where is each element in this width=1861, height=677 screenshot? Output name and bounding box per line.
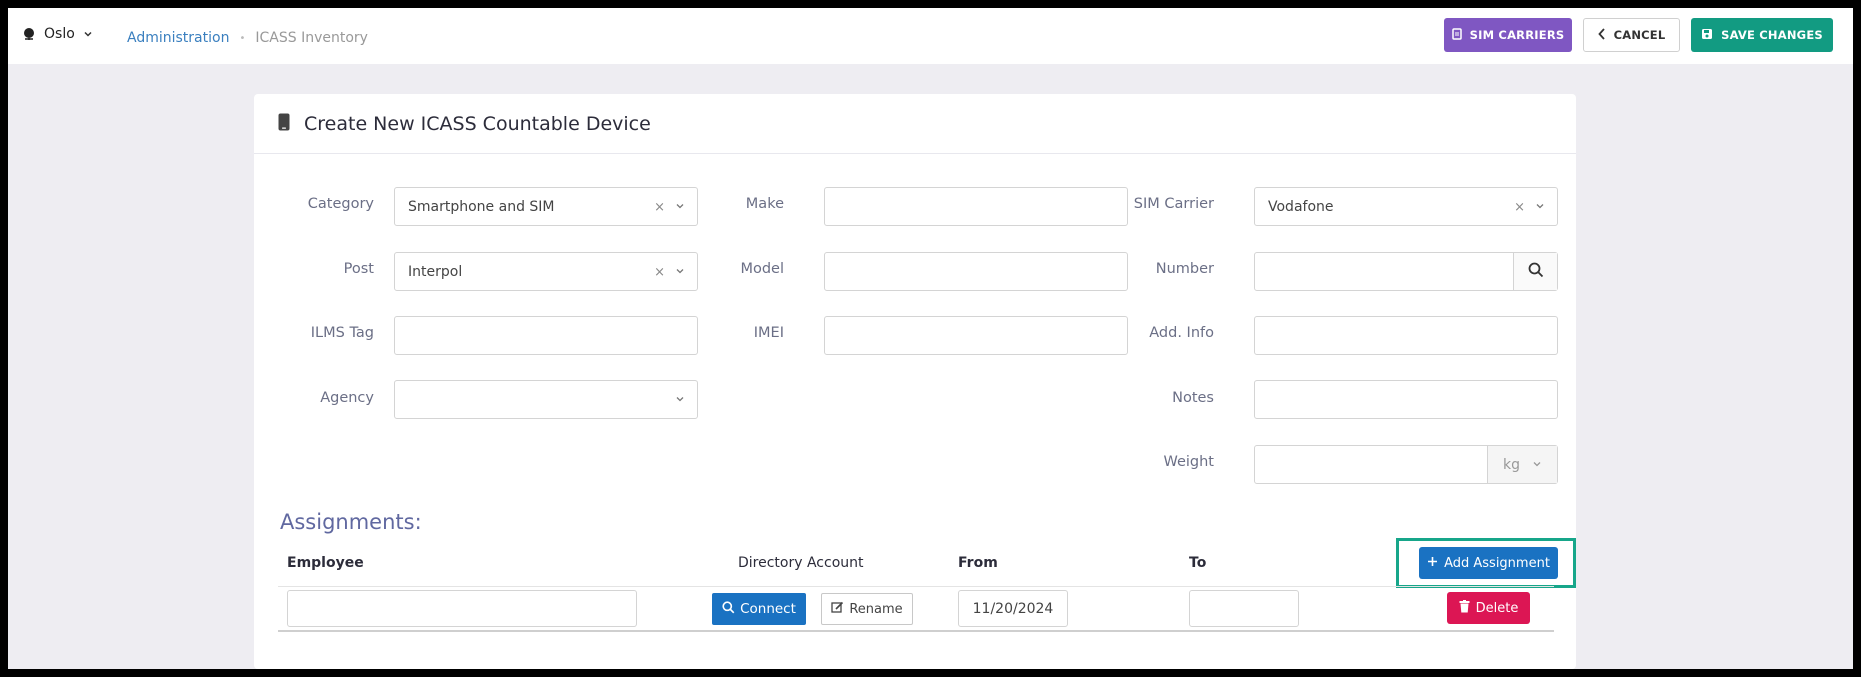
add-info-input[interactable] [1254,316,1558,355]
row-divider [278,586,1554,587]
smartphone-icon [278,113,290,135]
post-label: Post [343,261,374,277]
chevron-down-icon [1535,200,1545,215]
rename-label: Rename [849,601,903,617]
category-label: Category [307,196,374,212]
globe-icon [22,27,36,41]
post-select[interactable]: Interpol × [394,252,698,291]
sim-carriers-label: SIM CARRIERS [1469,28,1565,42]
model-input[interactable] [824,252,1128,291]
cancel-button[interactable]: CANCEL [1583,18,1680,52]
column-header-from: From [958,555,998,571]
agency-label: Agency [320,390,374,406]
table-bottom-border [278,630,1554,632]
search-icon [1528,262,1544,282]
device-form-card: Create New ICASS Countable Device Catego… [254,94,1576,669]
chevron-down-icon [1532,457,1542,473]
chevron-down-icon [675,393,685,408]
agency-select[interactable] [394,380,698,419]
location-label: Oslo [44,26,75,42]
weight-label: Weight [1163,454,1214,470]
location-selector[interactable]: Oslo [22,26,93,42]
assignments-heading: Assignments: [280,510,422,534]
sim-carrier-label: SIM Carrier [1133,196,1214,212]
weight-unit-select[interactable]: kg [1487,446,1557,483]
sim-carriers-button[interactable]: SIM CARRIERS [1444,18,1572,52]
post-value: Interpol [408,263,463,280]
search-icon [722,600,735,618]
clear-icon[interactable]: × [1514,200,1525,215]
make-input[interactable] [824,187,1128,226]
top-bar: Oslo Administration • ICASS Inventory SI… [8,8,1853,64]
cancel-label: CANCEL [1613,28,1666,42]
app-frame: Oslo Administration • ICASS Inventory SI… [8,8,1853,669]
trash-icon [1459,599,1470,617]
from-date-input[interactable]: 11/20/2024 [958,590,1068,627]
number-input[interactable] [1254,252,1558,291]
breadcrumb-administration[interactable]: Administration [127,30,229,46]
column-header-employee: Employee [287,555,364,571]
connect-label: Connect [740,601,796,617]
delete-label: Delete [1475,600,1519,616]
connect-button[interactable]: Connect [712,593,806,625]
rename-button[interactable]: Rename [821,593,913,625]
breadcrumb-separator: • [239,32,246,44]
save-changes-label: SAVE CHANGES [1721,28,1823,42]
category-select[interactable]: Smartphone and SIM × [394,187,698,226]
page-title: Create New ICASS Countable Device [304,112,651,135]
document-icon [1451,27,1462,43]
column-header-directory-account: Directory Account [738,555,864,571]
imei-label: IMEI [753,325,784,341]
breadcrumb-icass-inventory: ICASS Inventory [255,30,368,46]
add-info-label: Add. Info [1149,325,1214,341]
ilms-tag-label: ILMS Tag [310,325,374,341]
number-label: Number [1155,261,1214,277]
weight-unit-value: kg [1503,456,1520,473]
notes-label: Notes [1172,390,1214,406]
model-label: Model [740,261,784,277]
breadcrumb: Administration • ICASS Inventory [127,30,368,46]
notes-input[interactable] [1254,380,1558,419]
number-search-button[interactable] [1513,253,1557,290]
save-changes-button[interactable]: SAVE CHANGES [1691,18,1833,52]
category-value: Smartphone and SIM [408,198,555,215]
plus-icon [1427,556,1438,571]
edit-icon [831,601,844,618]
imei-input[interactable] [824,316,1128,355]
weight-input[interactable]: kg [1254,445,1558,484]
card-header: Create New ICASS Countable Device [254,94,1576,154]
ilms-tag-input[interactable] [394,316,698,355]
sim-carrier-select[interactable]: Vodafone × [1254,187,1558,226]
chevron-down-icon [83,29,93,39]
chevron-left-icon [1597,27,1606,43]
from-date-value: 11/20/2024 [972,600,1054,617]
sim-carrier-value: Vodafone [1268,198,1334,215]
column-header-to: To [1189,555,1207,571]
make-label: Make [745,196,784,212]
delete-button[interactable]: Delete [1447,592,1530,624]
add-assignment-label: Add Assignment [1444,555,1550,571]
to-date-input[interactable] [1189,590,1299,627]
save-icon [1701,28,1713,43]
add-assignment-button[interactable]: Add Assignment [1419,547,1558,579]
employee-input[interactable] [287,590,637,627]
